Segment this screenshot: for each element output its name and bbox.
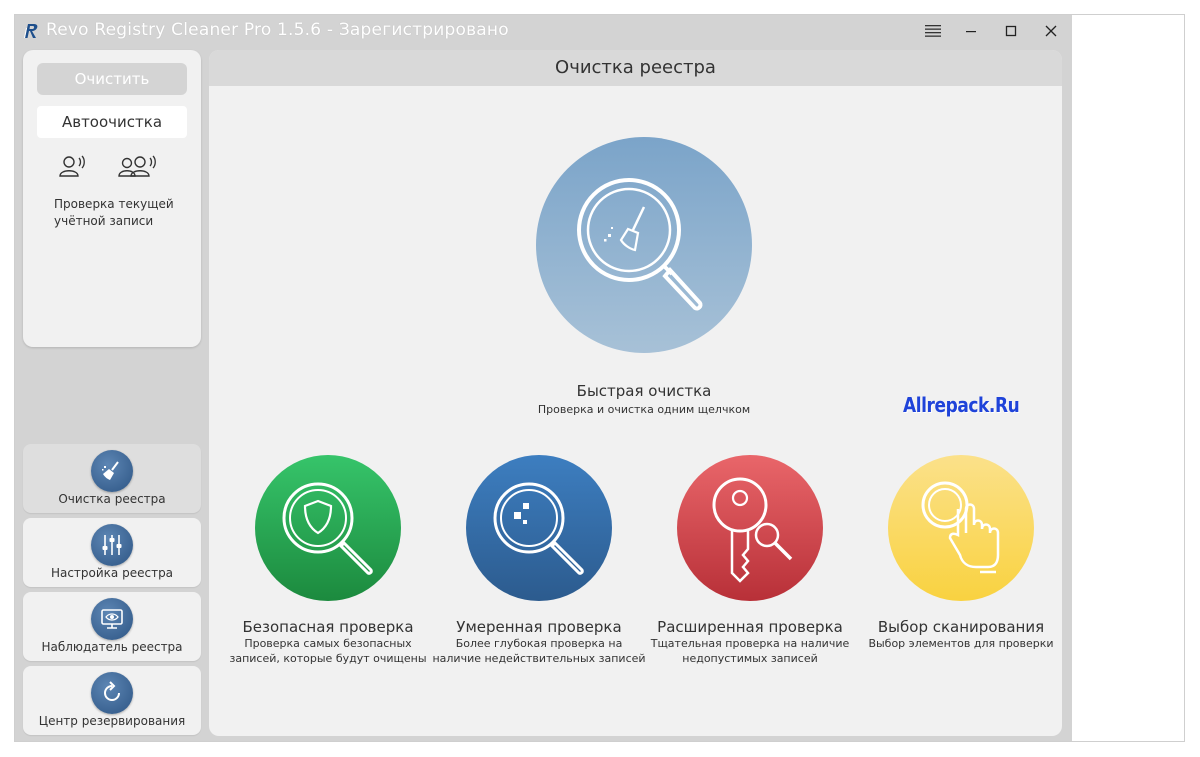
maximize-button[interactable] (992, 15, 1030, 47)
hamburger-menu-icon (925, 25, 941, 37)
app-logo-icon (24, 24, 38, 38)
advanced-scan-subtitle: Тщательная проверка на наличие недопусти… (650, 637, 850, 665)
current-user-icon[interactable] (57, 154, 87, 180)
account-panel: Очистить Автоочистка Проверка текущей уч… (23, 50, 201, 347)
hand-select-icon (921, 481, 1000, 574)
quick-clean-button[interactable] (536, 137, 752, 353)
magnifier-pixels-icon (493, 482, 584, 575)
advanced-scan-button[interactable] (677, 455, 823, 601)
window-title: Revo Registry Cleaner Pro 1.5.6 - Зареги… (46, 20, 509, 40)
nav-backup-center[interactable]: Центр резервирования (23, 666, 201, 735)
nav-registry-watcher[interactable]: Наблюдатель реестра (23, 592, 201, 661)
all-users-icon[interactable] (117, 154, 159, 180)
close-icon (1045, 25, 1057, 37)
nav-registry-settings[interactable]: Настройка реестра (23, 518, 201, 587)
nav-label: Очистка реестра (58, 492, 166, 506)
quick-clean-subtitle: Проверка и очистка одним щелчком (537, 403, 751, 416)
moderate-scan-title: Умеренная проверка (456, 618, 622, 636)
clean-button[interactable]: Очистить (37, 63, 187, 95)
moderate-scan-button[interactable] (466, 455, 612, 601)
sliders-icon (91, 524, 133, 566)
watermark-text: Allrepack.Ru (903, 393, 1020, 417)
close-button[interactable] (1032, 15, 1070, 47)
backup-refresh-icon (91, 672, 133, 714)
moderate-scan-subtitle: Более глубокая проверка на наличие недей… (432, 637, 646, 665)
app-window: Revo Registry Cleaner Pro 1.5.6 - Зареги… (15, 15, 1072, 741)
minimize-button[interactable] (952, 15, 990, 47)
minimize-icon (966, 31, 976, 33)
magnifier-shield-icon (282, 482, 373, 575)
broom-icon (91, 450, 133, 492)
nav-label: Настройка реестра (50, 566, 174, 580)
custom-scan-subtitle: Выбор элементов для проверки (868, 637, 1054, 650)
quick-clean-title: Быстрая очистка (576, 382, 712, 400)
nav-label: Наблюдатель реестра (41, 640, 183, 654)
advanced-scan-title: Расширенная проверка (657, 618, 843, 636)
monitor-eye-icon (91, 598, 133, 640)
custom-scan-title: Выбор сканирования (877, 618, 1045, 636)
safe-scan-subtitle: Проверка самых безопасных записей, котор… (229, 637, 427, 665)
magnifier-broom-icon (577, 178, 703, 311)
safe-scan-button[interactable] (255, 455, 401, 601)
account-description: Проверка текущей учётной записи (54, 197, 174, 228)
safe-scan-title: Безопасная проверка (242, 618, 414, 636)
nav-label: Центр резервирования (38, 714, 186, 728)
autoclean-button[interactable]: Автоочистка (37, 106, 187, 138)
page-title: Очистка реестра (209, 50, 1062, 86)
custom-scan-button[interactable] (888, 455, 1034, 601)
nav-registry-cleaner[interactable]: Очистка реестра (23, 444, 201, 513)
title-bar: Revo Registry Cleaner Pro 1.5.6 - Зареги… (15, 15, 1072, 47)
maximize-icon (1005, 25, 1017, 37)
key-magnifier-icon (712, 477, 793, 583)
menu-button[interactable] (914, 15, 952, 47)
